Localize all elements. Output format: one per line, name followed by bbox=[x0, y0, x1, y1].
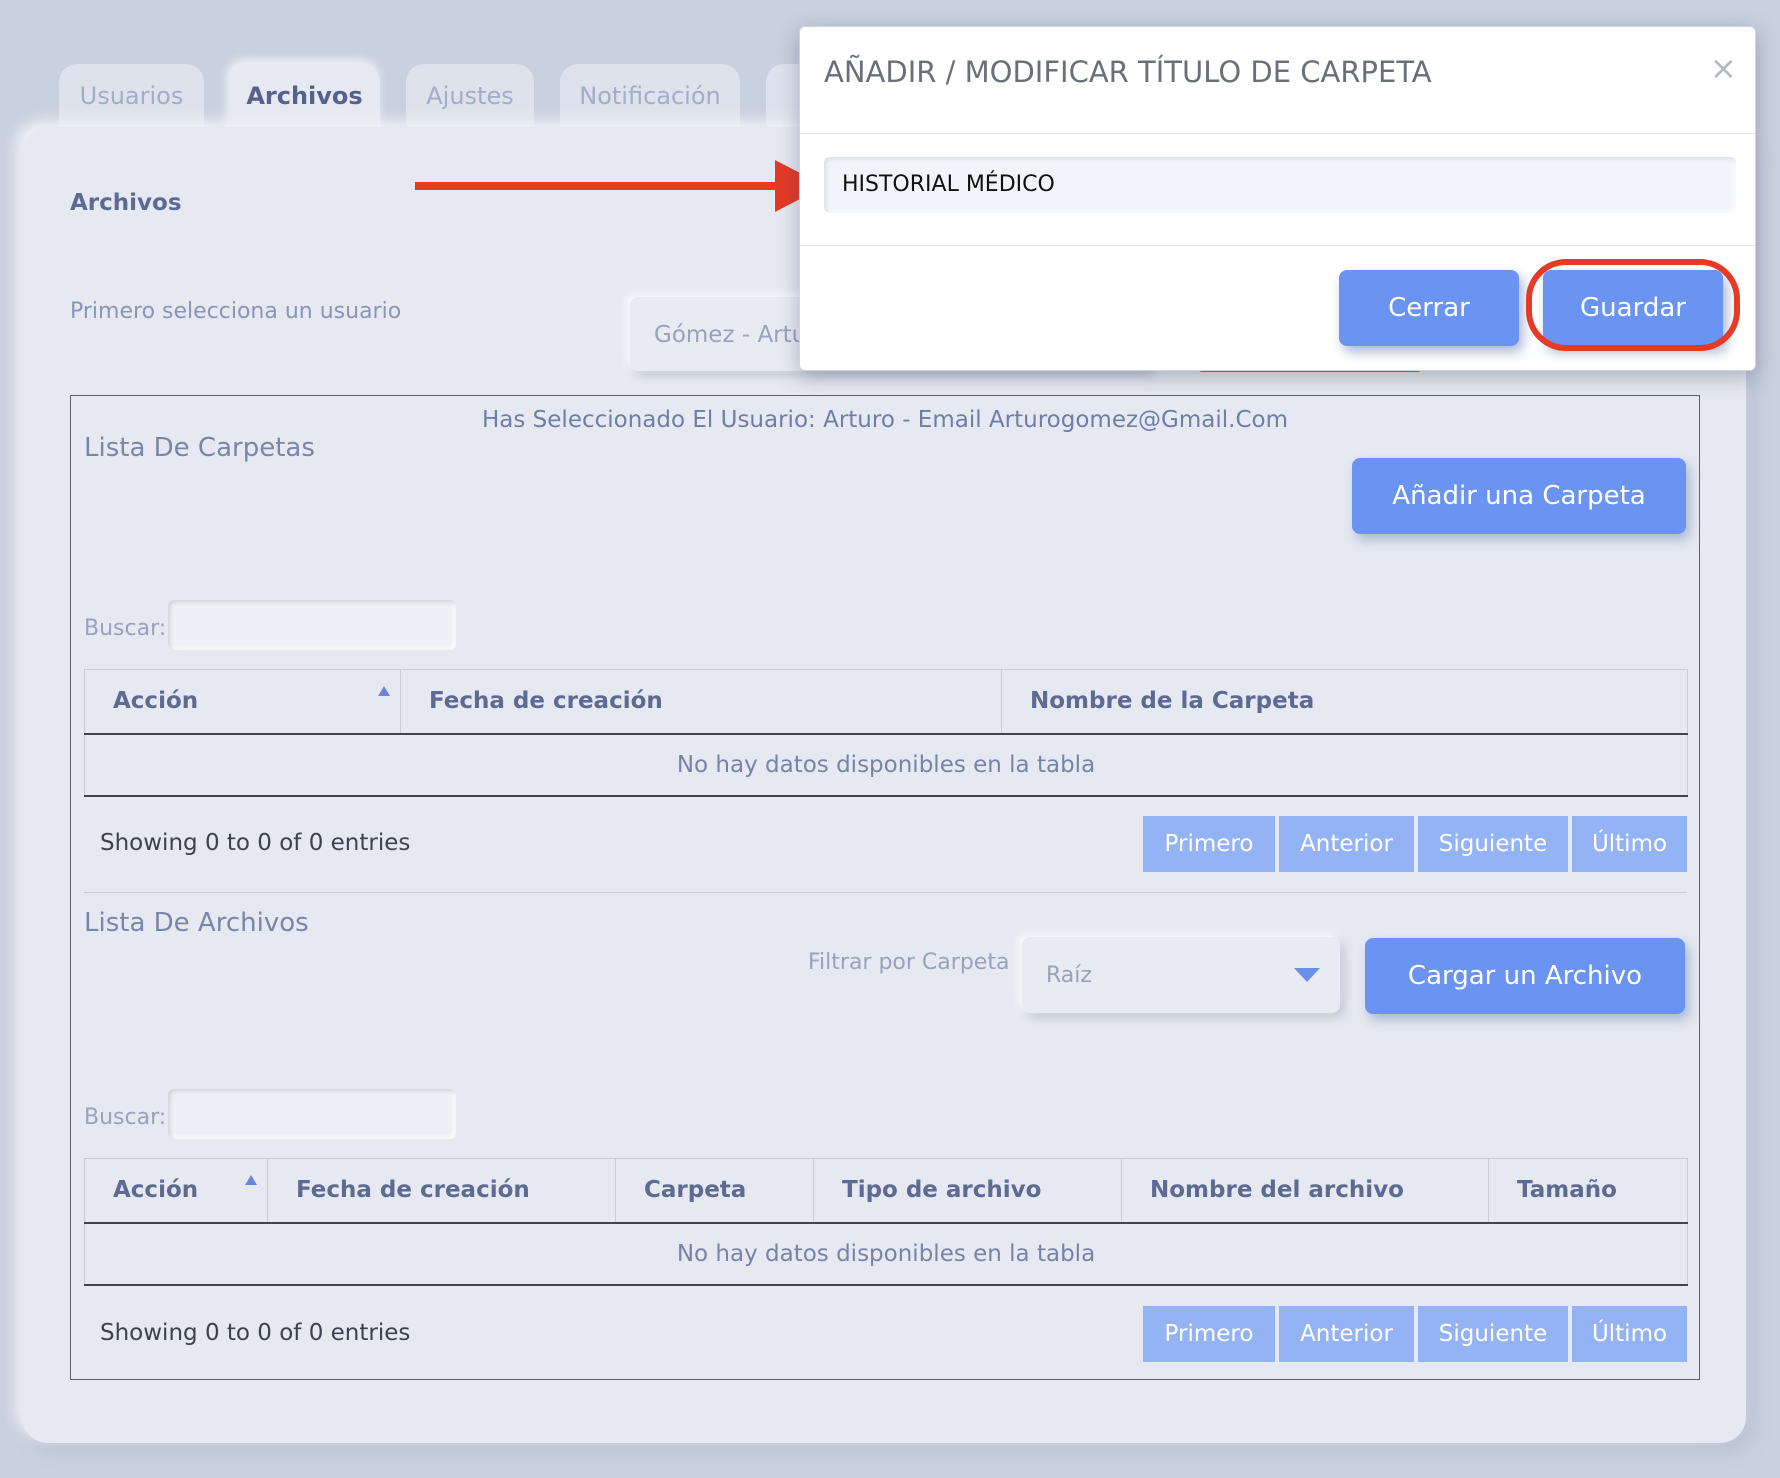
files-col-accion[interactable]: Acción bbox=[84, 1158, 268, 1224]
modal-title: AÑADIR / MODIFICAR TÍTULO DE CARPETA bbox=[824, 55, 1432, 89]
folders-page-first[interactable]: Primero bbox=[1143, 816, 1275, 872]
folders-search-input[interactable] bbox=[168, 600, 456, 650]
sort-asc-icon bbox=[378, 686, 390, 696]
folders-info: Showing 0 to 0 of 0 entries bbox=[100, 830, 411, 856]
user-select-value: Gómez - Artur bbox=[654, 322, 816, 348]
folders-table: Acción Fecha de creación Nombre de la Ca… bbox=[84, 669, 1688, 797]
files-page-first[interactable]: Primero bbox=[1143, 1306, 1275, 1362]
files-page-last[interactable]: Último bbox=[1572, 1306, 1687, 1362]
add-folder-button[interactable]: Añadir una Carpeta bbox=[1352, 458, 1686, 534]
user-select-label: Primero selecciona un usuario bbox=[70, 299, 402, 324]
files-col-tamano[interactable]: Tamaño bbox=[1488, 1158, 1688, 1224]
files-empty-row: No hay datos disponibles en la tabla bbox=[84, 1222, 1688, 1286]
chevron-down-icon bbox=[1294, 968, 1320, 982]
modal-header-divider bbox=[800, 133, 1755, 134]
section-title: Archivos bbox=[70, 190, 182, 216]
folder-title-modal: AÑADIR / MODIFICAR TÍTULO DE CARPETA × H… bbox=[799, 26, 1756, 371]
folders-page-next[interactable]: Siguiente bbox=[1418, 816, 1568, 872]
folders-title: Lista De Carpetas bbox=[84, 433, 315, 463]
files-col-carpeta[interactable]: Carpeta bbox=[615, 1158, 814, 1224]
folder-title-input[interactable]: HISTORIAL MÉDICO bbox=[824, 157, 1736, 213]
folders-page-prev[interactable]: Anterior bbox=[1279, 816, 1414, 872]
files-pager: Primero Anterior Siguiente Último bbox=[1143, 1306, 1687, 1362]
save-highlight-annotation bbox=[1526, 259, 1740, 351]
folder-filter-select[interactable]: Raíz bbox=[1022, 937, 1340, 1013]
selected-user-info: Has Seleccionado El Usuario: Arturo - Em… bbox=[482, 407, 1288, 433]
files-search-label: Buscar: bbox=[84, 1105, 167, 1130]
folders-search-label: Buscar: bbox=[84, 616, 167, 641]
folders-page-last[interactable]: Último bbox=[1572, 816, 1687, 872]
folders-col-nombre[interactable]: Nombre de la Carpeta bbox=[1001, 669, 1688, 735]
folder-filter-label: Filtrar por Carpeta bbox=[808, 950, 1010, 975]
files-col-nombre[interactable]: Nombre del archivo bbox=[1121, 1158, 1489, 1224]
sort-asc-icon bbox=[245, 1175, 257, 1185]
files-info: Showing 0 to 0 of 0 entries bbox=[100, 1320, 411, 1346]
folders-col-fecha[interactable]: Fecha de creación bbox=[400, 669, 1002, 735]
folders-empty-row: No hay datos disponibles en la tabla bbox=[84, 733, 1688, 797]
folder-title-input-value: HISTORIAL MÉDICO bbox=[842, 172, 1055, 197]
files-table: Acción Fecha de creación Carpeta Tipo de… bbox=[84, 1158, 1688, 1286]
section-divider bbox=[84, 892, 1687, 893]
files-search-input[interactable] bbox=[168, 1089, 456, 1139]
files-title: Lista De Archivos bbox=[84, 908, 309, 938]
folder-filter-value: Raíz bbox=[1046, 963, 1092, 988]
folders-pager: Primero Anterior Siguiente Último bbox=[1143, 816, 1687, 872]
files-col-fecha[interactable]: Fecha de creación bbox=[267, 1158, 616, 1224]
modal-footer-divider bbox=[800, 245, 1755, 246]
close-icon[interactable]: × bbox=[1710, 49, 1737, 87]
files-page-prev[interactable]: Anterior bbox=[1279, 1306, 1414, 1362]
files-col-tipo[interactable]: Tipo de archivo bbox=[813, 1158, 1122, 1224]
folders-col-accion[interactable]: Acción bbox=[84, 669, 401, 735]
upload-file-button[interactable]: Cargar un Archivo bbox=[1365, 938, 1685, 1014]
files-page-next[interactable]: Siguiente bbox=[1418, 1306, 1568, 1362]
close-button[interactable]: Cerrar bbox=[1339, 270, 1519, 346]
annotation-arrow-icon bbox=[415, 160, 825, 212]
